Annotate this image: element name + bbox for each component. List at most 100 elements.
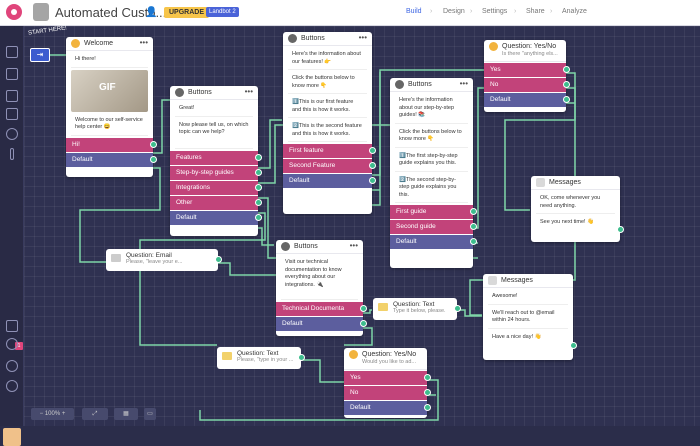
question-email-node[interactable]: Question: Email Please, "leave your e...	[106, 249, 222, 271]
zoom-out-icon[interactable]: −	[40, 411, 44, 417]
output-port[interactable]	[360, 320, 367, 327]
output-port[interactable]	[424, 404, 431, 411]
output-port[interactable]	[563, 96, 570, 103]
text-icon	[378, 303, 388, 311]
nav-share[interactable]: Share	[526, 8, 545, 15]
users-icon[interactable]	[6, 90, 18, 102]
output-port[interactable]	[617, 226, 624, 233]
user-icon[interactable]: 👤	[145, 7, 157, 18]
button-label: Yes	[490, 66, 501, 73]
button-option-first-guide[interactable]: First guide	[390, 205, 477, 219]
zoom-controls[interactable]: − 100% +	[31, 408, 74, 420]
output-port[interactable]	[470, 238, 477, 245]
nav-design[interactable]: Design	[443, 8, 465, 15]
button-option-technical-docs[interactable]: Technical Documenta	[276, 302, 367, 316]
integrations-icon[interactable]	[10, 148, 14, 160]
output-port[interactable]	[369, 177, 376, 184]
chat-icon[interactable]	[6, 108, 18, 120]
grid-toggle-button[interactable]: ▦	[114, 408, 138, 420]
buttons-node-guides[interactable]: Buttons ••• Here's the information about…	[390, 78, 477, 268]
button-option-default[interactable]: Default	[390, 235, 477, 249]
button-label: No	[490, 81, 499, 88]
gif-image: GIF	[71, 69, 148, 112]
gift-icon[interactable]	[6, 320, 18, 332]
bot-icon[interactable]	[6, 68, 18, 80]
button-option-default[interactable]: Default	[344, 401, 431, 415]
output-port[interactable]	[563, 66, 570, 73]
output-port[interactable]	[570, 342, 577, 349]
node-title: Buttons	[188, 89, 212, 96]
button-option-default[interactable]: Default	[283, 174, 376, 188]
zoom-in-icon[interactable]: +	[62, 411, 66, 417]
more-options-icon[interactable]: •••	[350, 241, 358, 250]
buttons-icon	[288, 34, 297, 43]
output-port[interactable]	[150, 155, 157, 163]
node-title: Question: Yes/No	[502, 43, 557, 50]
handshake-icon[interactable]	[6, 338, 18, 350]
output-port[interactable]	[255, 183, 262, 191]
buttons-node-features[interactable]: Buttons ••• Here's the information about…	[283, 32, 376, 214]
button-option-default[interactable]: Default	[276, 317, 367, 331]
output-port[interactable]	[255, 153, 262, 161]
nav-settings[interactable]: Settings	[482, 8, 507, 15]
question-text-node[interactable]: Question: Text Type it below, please.	[373, 298, 461, 320]
output-port[interactable]	[360, 305, 367, 312]
button-option-no[interactable]: No	[484, 78, 570, 92]
landbot-logo[interactable]	[6, 4, 22, 20]
output-port[interactable]	[215, 256, 222, 263]
button-option-features[interactable]: Features	[170, 150, 262, 165]
button-option-yes[interactable]: Yes	[344, 371, 431, 385]
welcome-node[interactable]: Welcome ••• Hi there! GIF Welcome to our…	[66, 37, 157, 177]
button-option-other[interactable]: Other	[170, 195, 262, 210]
buttons-node-integrations[interactable]: Buttons ••• Visit our technical document…	[276, 240, 367, 336]
chat-bubble-icon[interactable]	[6, 360, 18, 372]
button-option-default[interactable]: Default	[484, 93, 570, 107]
more-options-icon[interactable]: •••	[460, 79, 468, 88]
nav-analyze[interactable]: Analyze	[562, 8, 587, 15]
more-options-icon[interactable]: •••	[359, 33, 367, 42]
output-port[interactable]	[255, 213, 262, 221]
output-port[interactable]	[563, 81, 570, 88]
output-port[interactable]	[255, 168, 262, 176]
minimap-button[interactable]: ▭	[144, 408, 156, 420]
user-avatar[interactable]	[3, 428, 21, 446]
left-sidebar: 1	[0, 26, 24, 446]
button-option-guides[interactable]: Step-by-step guides	[170, 165, 262, 180]
question-text-node[interactable]: Question: Text Please, "type in your ...	[217, 347, 305, 369]
help-icon[interactable]	[6, 380, 18, 392]
nav-build[interactable]: Build	[406, 8, 422, 15]
output-port[interactable]	[150, 140, 157, 148]
output-port[interactable]	[470, 208, 477, 215]
output-port[interactable]	[454, 305, 461, 312]
buttons-node-topics[interactable]: Buttons ••• Great! Now please tell us, o…	[170, 86, 262, 236]
output-port[interactable]	[255, 198, 262, 206]
button-option-first-feature[interactable]: First feature	[283, 144, 376, 158]
output-port[interactable]	[424, 374, 431, 381]
button-option-hi[interactable]: Hi!	[66, 137, 157, 152]
output-port[interactable]	[424, 389, 431, 396]
messages-node-goodbye[interactable]: Messages OK, come whenever you need anyt…	[531, 176, 624, 242]
bot-avatar[interactable]	[33, 3, 49, 21]
button-option-default[interactable]: Default	[170, 210, 262, 225]
upgrade-button[interactable]: UPGRADE	[164, 7, 210, 18]
button-option-second-feature[interactable]: Second Feature	[283, 159, 376, 173]
fit-view-button[interactable]: ⤢	[82, 408, 108, 420]
button-option-no[interactable]: No	[344, 386, 431, 400]
yesno-node-add-more[interactable]: Question: Yes/No Would you like to ad...…	[344, 348, 431, 418]
yesno-node-anything-else[interactable]: Question: Yes/No Is there "anything els.…	[484, 40, 570, 112]
start-node[interactable]: ⇥	[30, 48, 50, 62]
output-port[interactable]	[298, 354, 305, 361]
messages-node-confirmation[interactable]: Messages Awesome! We'll reach out to @em…	[483, 274, 577, 360]
button-option-integrations[interactable]: Integrations	[170, 180, 262, 195]
output-port[interactable]	[470, 223, 477, 230]
globe-icon[interactable]	[6, 128, 18, 140]
output-port[interactable]	[369, 162, 376, 169]
more-options-icon[interactable]: •••	[245, 87, 253, 96]
output-port[interactable]	[369, 147, 376, 154]
more-options-icon[interactable]: •••	[140, 38, 148, 47]
button-option-second-guide[interactable]: Second guide	[390, 220, 477, 234]
home-icon[interactable]	[6, 46, 18, 58]
button-option-yes[interactable]: Yes	[484, 63, 570, 77]
button-option-default[interactable]: Default	[66, 152, 157, 167]
message-text: Here's the information about our step-by…	[395, 94, 468, 124]
